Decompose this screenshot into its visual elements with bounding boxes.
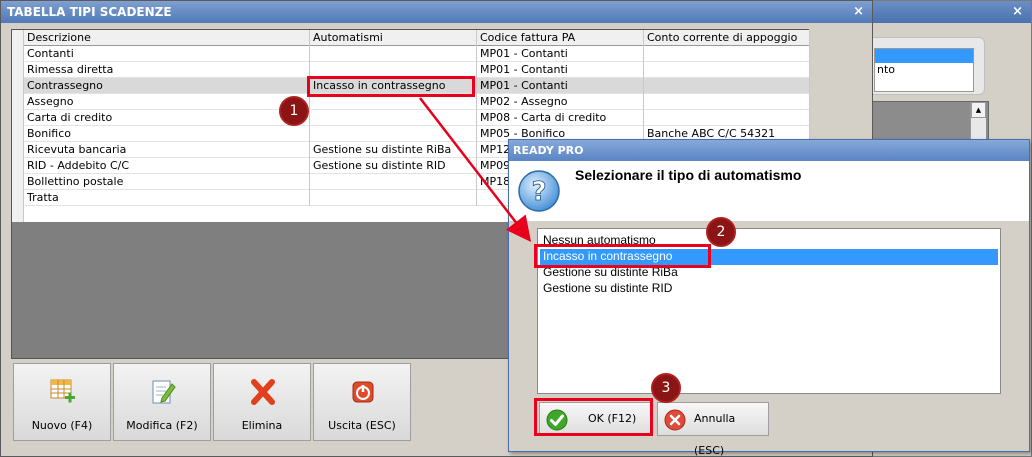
- step-badge: 2: [706, 217, 736, 247]
- highlight-box: [307, 76, 475, 97]
- step-badge: 1: [279, 96, 309, 126]
- highlight-box: [534, 398, 653, 436]
- highlight-box: [534, 244, 711, 268]
- step-badge: 3: [651, 373, 681, 403]
- annotation-arrow: [419, 97, 532, 242]
